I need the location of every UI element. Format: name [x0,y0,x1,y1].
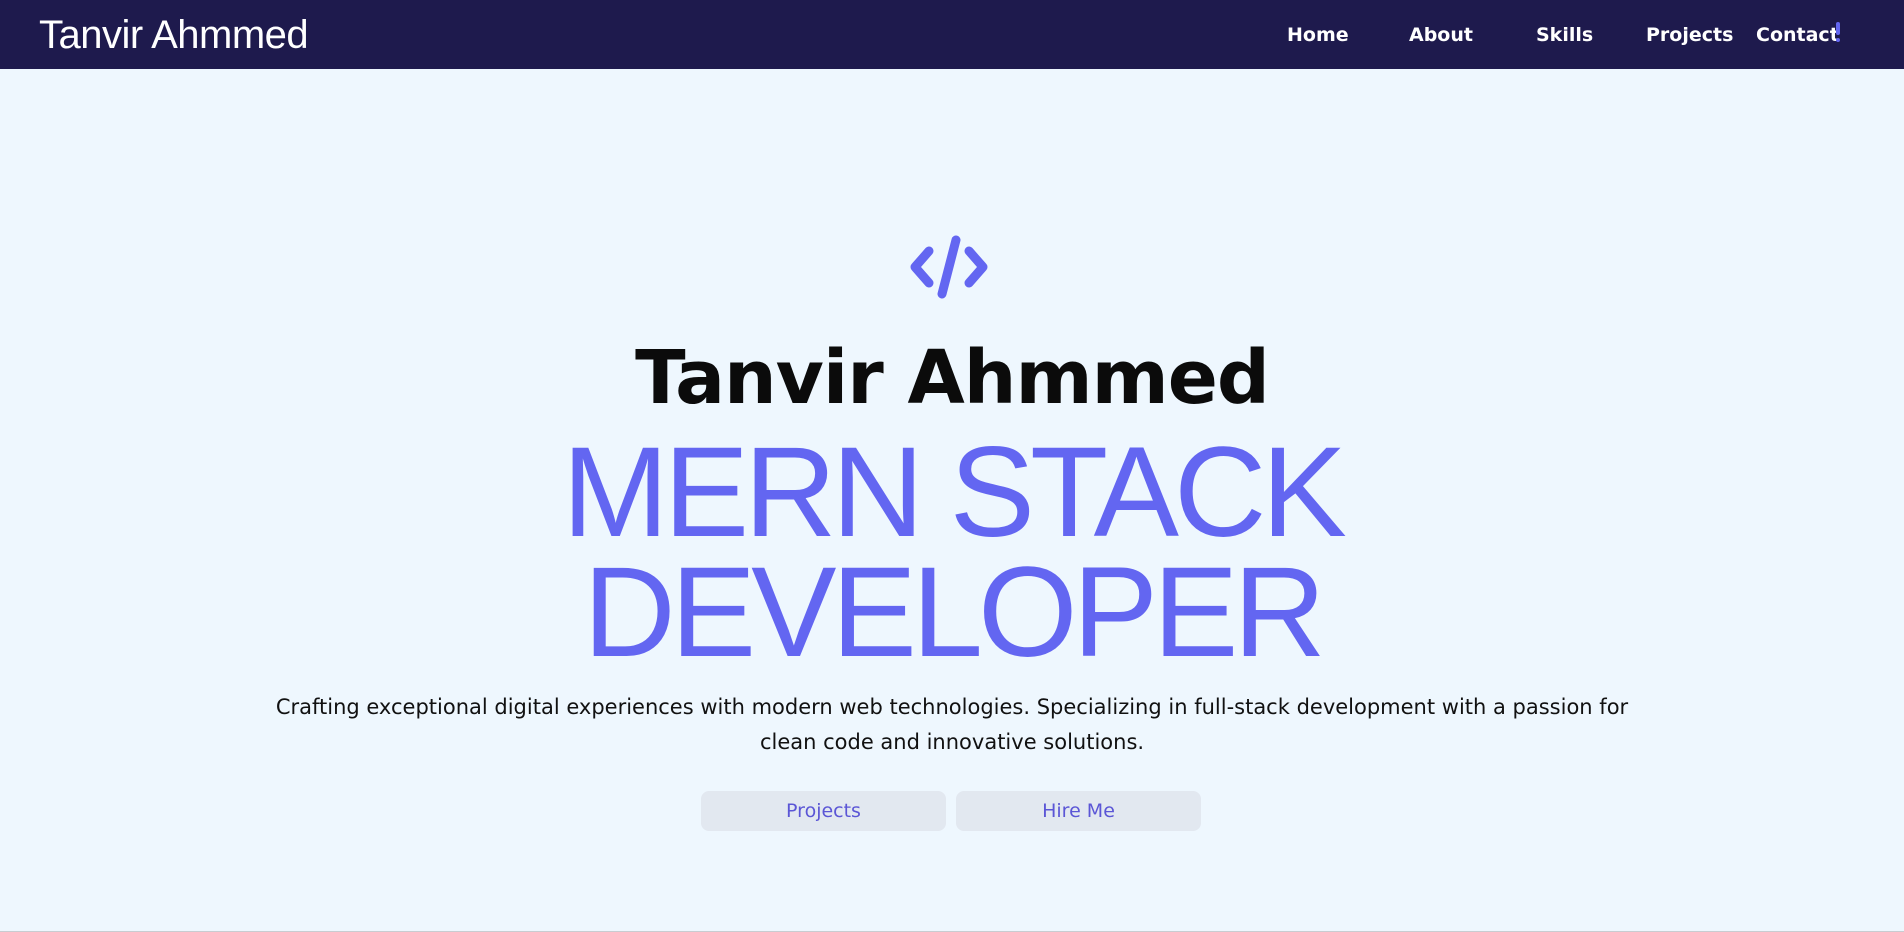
code-icon [909,235,989,299]
nav-link-projects[interactable]: Projects [1646,22,1733,48]
projects-button[interactable]: Projects [701,791,946,831]
brand-logo[interactable]: Tanvir Ahmmed [39,12,309,58]
nav-link-skills[interactable]: Skills [1536,22,1593,48]
exclamation-icon [1836,22,1841,42]
hire-me-button[interactable]: Hire Me [956,791,1201,831]
hero-name: Tanvir Ahmmed [635,335,1270,421]
navbar: Tanvir Ahmmed Home About Skills Projects… [0,0,1904,69]
hero-role-title: MERN STACK DEVELOPER [0,421,1904,684]
hero-role-line-1: MERN STACK [562,421,1347,564]
nav-link-home[interactable]: Home [1287,22,1349,48]
hero-description: Crafting exceptional digital experiences… [275,695,1629,754]
hero-role-line-2: DEVELOPER [583,541,1326,684]
nav-link-contact[interactable]: Contact [1756,22,1839,48]
nav-link-about[interactable]: About [1409,22,1473,48]
